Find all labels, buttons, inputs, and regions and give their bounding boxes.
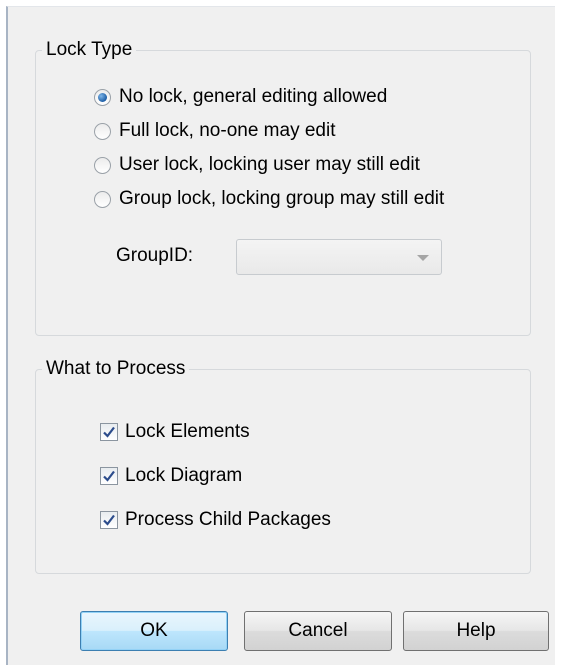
check-mark-icon (103, 470, 115, 482)
checkbox-checked[interactable] (100, 511, 118, 529)
radio-button[interactable] (94, 190, 111, 208)
group-id-label: GroupID: (116, 245, 194, 266)
checkbox-lock-elements[interactable]: Lock Elements (100, 421, 250, 443)
radio-label: Full lock, no-one may edit (119, 120, 336, 141)
radio-user-lock[interactable]: User lock, locking user may still edit (94, 154, 420, 176)
what-to-process-legend: What to Process (42, 358, 190, 380)
radio-no-lock[interactable]: No lock, general editing allowed (94, 86, 387, 108)
radio-label: Group lock, locking group may still edit (119, 188, 445, 209)
check-mark-icon (103, 426, 115, 438)
radio-label: User lock, locking user may still edit (119, 154, 420, 175)
radio-button[interactable] (94, 156, 111, 174)
radio-button[interactable] (94, 122, 111, 140)
lock-package-dialog: Lock Type No lock, general editing allow… (6, 6, 555, 665)
radio-full-lock[interactable]: Full lock, no-one may edit (94, 120, 336, 142)
chevron-down-icon (417, 255, 429, 261)
ok-button[interactable]: OK (80, 611, 228, 651)
radio-group-lock[interactable]: Group lock, locking group may still edit (94, 188, 444, 210)
checkbox-label: Lock Diagram (125, 465, 243, 486)
checkbox-label: Lock Elements (125, 421, 250, 442)
lock-type-legend: Lock Type (42, 39, 137, 61)
help-button[interactable]: Help (403, 611, 549, 651)
checkbox-process-child-packages[interactable]: Process Child Packages (100, 509, 331, 531)
checkbox-lock-diagram[interactable]: Lock Diagram (100, 465, 242, 487)
radio-button-selected[interactable] (94, 88, 111, 106)
checkbox-checked[interactable] (100, 423, 118, 441)
cancel-button[interactable]: Cancel (244, 611, 392, 651)
radio-label: No lock, general editing allowed (119, 86, 388, 107)
checkbox-checked[interactable] (100, 467, 118, 485)
check-mark-icon (103, 514, 115, 526)
checkbox-label: Process Child Packages (125, 509, 331, 530)
group-id-combobox[interactable] (236, 239, 442, 275)
